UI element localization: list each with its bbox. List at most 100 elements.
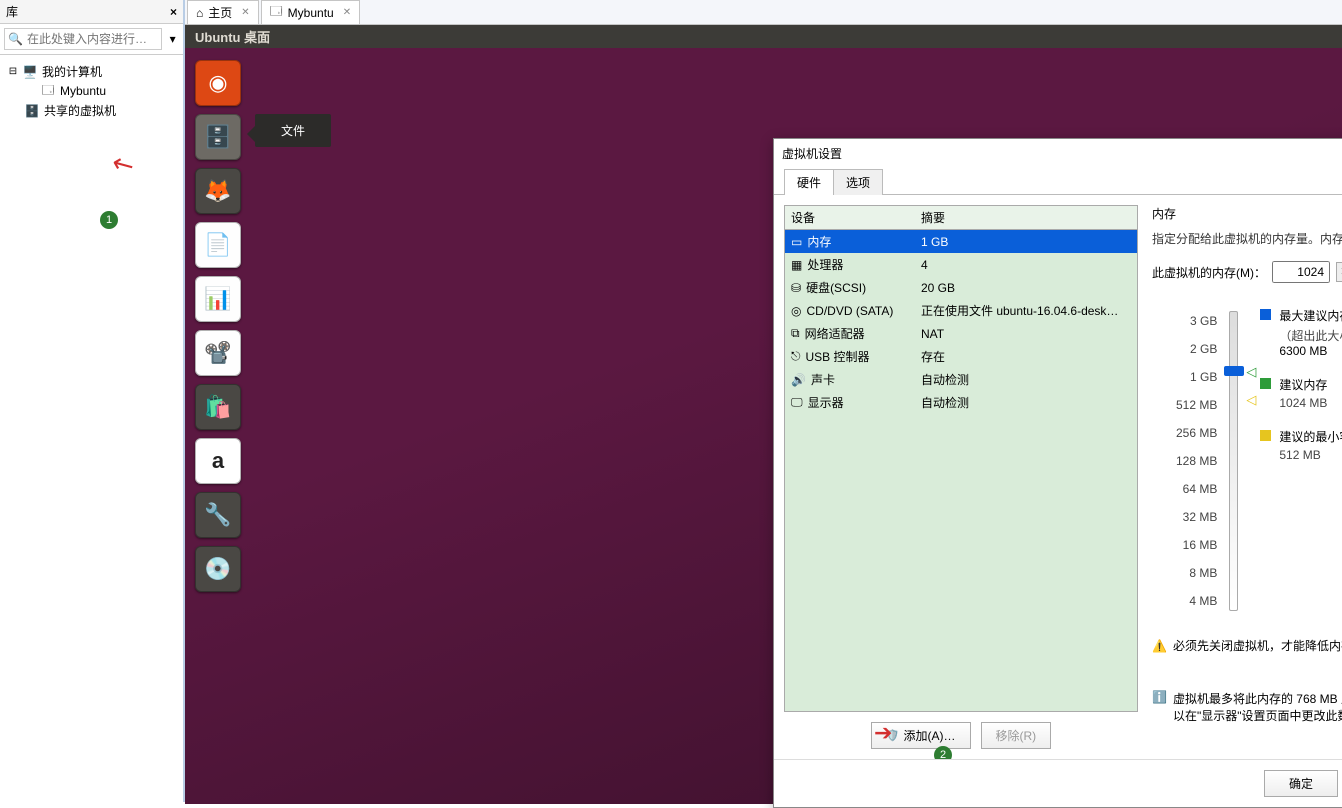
tick-label: 2 GB <box>1176 335 1217 363</box>
device-name: 网络适配器 <box>805 325 865 342</box>
memory-slider-thumb[interactable] <box>1224 366 1244 376</box>
device-summary: NAT <box>915 324 1137 344</box>
memory-panel: 内存 指定分配给此虚拟机的内存量。内存大小必须为 4 MB 的倍数。 此虚拟机的… <box>1152 205 1342 749</box>
tab-mybuntu[interactable]: 🗔 Mybuntu ✕ <box>261 0 360 24</box>
slider-mark-max <box>1246 364 1262 380</box>
ubuntu-launcher: ◉ 🗄️ 🦊 📄 📊 📽️ 🛍️ a 🔧 💿 <box>195 60 247 592</box>
device-summary: 4 <box>915 255 1137 275</box>
legend-swatch <box>1260 309 1271 320</box>
editor-tabs: ⌂ 主页 ✕ 🗔 Mybuntu ✕ <box>185 0 1342 25</box>
tab-home[interactable]: ⌂ 主页 ✕ <box>187 0 259 24</box>
hardware-row[interactable]: ◎ CD/DVD (SATA) 正在使用文件 ubuntu-16.04.6-desk… <box>785 299 1137 322</box>
tree-my-computer[interactable]: ⊟ 🖥️ 我的计算机 <box>4 61 179 82</box>
annotation-badge-1: 1 <box>100 211 118 229</box>
launcher-impress-icon[interactable]: 📽️ <box>195 330 241 376</box>
library-search-input[interactable] <box>4 28 162 50</box>
memory-warning: 必须先关闭虚拟机，才能降低内存量。 <box>1173 637 1342 654</box>
hardware-row[interactable]: ⎋USB 控制器存在 <box>785 345 1137 368</box>
device-summary: 1 GB <box>915 232 1137 252</box>
device-name: 处理器 <box>807 256 843 273</box>
device-icon: ⧉ <box>791 326 800 341</box>
hardware-row[interactable]: 🖵显示器自动检测 <box>785 391 1137 414</box>
tick-label: 64 MB <box>1176 475 1217 503</box>
hardware-row[interactable]: ⧉ 网络适配器 NAT <box>785 322 1137 345</box>
vm-titlebar: Ubuntu 桌面 <box>185 25 1342 48</box>
launcher-dvd-icon[interactable]: 💿 <box>195 546 241 592</box>
vm-icon: 🗔 <box>270 2 283 23</box>
tick-label: 128 MB <box>1176 447 1217 475</box>
device-icon: ⛁ <box>791 281 801 295</box>
remove-hardware-button: 移除(R) <box>981 722 1052 749</box>
hardware-panel: 设备 摘要 ▭内存1 GB▦处理器4⛁硬盘(SCSI)20 GB◎CD/DVD … <box>784 205 1138 749</box>
launcher-dash-icon[interactable]: ◉ <box>195 60 241 106</box>
legend-sub: （超出此大小可能发生内存交换。） <box>1279 327 1342 344</box>
ok-button[interactable]: 确定 <box>1264 770 1338 797</box>
library-panel: 库 × 🔍 ▾ ⊟ 🖥️ 我的计算机 🗔 Mybuntu 🗄️ 共享的虚拟机 ↖… <box>0 0 185 802</box>
launcher-files-icon[interactable]: 🗄️ <box>195 114 241 160</box>
launcher-settings-icon[interactable]: 🔧 <box>195 492 241 538</box>
launcher-calc-icon[interactable]: 📊 <box>195 276 241 322</box>
vm-icon: 🗔 <box>40 84 56 98</box>
launcher-firefox-icon[interactable]: 🦊 <box>195 168 241 214</box>
hardware-row[interactable]: ▦ 处理器 4 <box>785 253 1137 276</box>
info-icon: ℹ️ <box>1152 690 1167 704</box>
tab-close-icon[interactable]: ✕ <box>237 7 249 18</box>
memory-heading: 内存 <box>1152 205 1342 222</box>
tree-toggle-icon[interactable]: ⊟ <box>8 66 18 77</box>
tick-label: 16 MB <box>1176 531 1217 559</box>
tab-close-icon[interactable]: ✕ <box>339 7 351 18</box>
library-title: 库 <box>6 3 18 20</box>
tick-label: 512 MB <box>1176 391 1217 419</box>
launcher-writer-icon[interactable]: 📄 <box>195 222 241 268</box>
device-name: 显示器 <box>808 394 844 411</box>
legend-title: 建议的最小客户机操作系统内存 <box>1279 428 1342 445</box>
memory-description: 指定分配给此虚拟机的内存量。内存大小必须为 4 MB 的倍数。 <box>1152 230 1342 247</box>
search-dropdown-icon[interactable]: ▾ <box>166 32 179 46</box>
col-device: 设备 <box>785 206 915 229</box>
device-name: 声卡 <box>811 371 835 388</box>
memory-spinner[interactable]: ▲▼ <box>1336 262 1342 282</box>
device-summary: 自动检测 <box>915 391 1137 414</box>
annotation-badge-2: 2 <box>934 746 952 759</box>
tree-shared-vms[interactable]: 🗄️ 共享的虚拟机 <box>4 100 179 121</box>
launcher-tooltip: 文件 <box>255 114 331 147</box>
memory-slider[interactable] <box>1229 311 1238 611</box>
tick-label: 8 MB <box>1176 559 1217 587</box>
device-name: 硬盘(SCSI) <box>806 279 866 296</box>
dialog-title: 虚拟机设置 <box>782 145 842 162</box>
computer-icon: 🖥️ <box>22 65 38 79</box>
tree-label: Mybuntu <box>60 84 106 98</box>
legend-value: 1024 MB <box>1279 396 1327 410</box>
hardware-row[interactable]: ⛁硬盘(SCSI)20 GB <box>785 276 1137 299</box>
dialog-tab-options[interactable]: 选项 <box>833 169 883 195</box>
warning-icon: ⚠️ <box>1152 639 1167 653</box>
memory-input[interactable] <box>1272 261 1330 283</box>
tick-label: 3 GB <box>1176 307 1217 335</box>
vm-settings-dialog: 虚拟机设置 ✕ 硬件 选项 设备 摘要 ▭内存1 GB▦处理器4⛁硬盘(SCSI… <box>773 138 1342 808</box>
device-name: CD/DVD (SATA) <box>806 304 893 318</box>
button-label: 添加(A)… <box>904 727 956 744</box>
device-summary: 正在使用文件 ubuntu-16.04.6-desk… <box>915 299 1137 322</box>
launcher-amazon-icon[interactable]: a <box>195 438 241 484</box>
tree-vm-mybuntu[interactable]: 🗔 Mybuntu <box>4 82 179 100</box>
legend-title: 最大建议内存 <box>1279 307 1342 324</box>
ubuntu-desktop: ◉ 🗄️ 🦊 📄 📊 📽️ 🛍️ a 🔧 💿 文件 虚拟机设置 ✕ 硬件 选项 <box>185 48 1342 804</box>
memory-ticks: 3 GB2 GB1 GB512 MB256 MB128 MB64 MB32 MB… <box>1176 307 1217 615</box>
device-icon: ◎ <box>791 304 801 318</box>
memory-legend: 最大建议内存（超出此大小可能发生内存交换。）6300 MB建议内存1024 MB… <box>1250 307 1342 615</box>
legend-value: 6300 MB <box>1279 344 1342 358</box>
hardware-list[interactable]: 设备 摘要 ▭内存1 GB▦处理器4⛁硬盘(SCSI)20 GB◎CD/DVD … <box>784 205 1138 712</box>
device-icon: ▦ <box>791 258 802 272</box>
legend-value: 512 MB <box>1279 448 1342 462</box>
memory-input-label: 此虚拟机的内存(M)： <box>1152 264 1266 281</box>
tree-label: 共享的虚拟机 <box>44 102 116 119</box>
launcher-software-icon[interactable]: 🛍️ <box>195 384 241 430</box>
dialog-tab-hardware[interactable]: 硬件 <box>784 169 834 195</box>
tree-label: 我的计算机 <box>42 63 102 80</box>
library-close-icon[interactable]: × <box>170 5 177 19</box>
hardware-row[interactable]: 🔊声卡自动检测 <box>785 368 1137 391</box>
slider-mark-min <box>1246 392 1262 408</box>
device-name: 内存 <box>807 233 831 250</box>
hardware-row[interactable]: ▭内存1 GB <box>785 230 1137 253</box>
main-area: ⌂ 主页 ✕ 🗔 Mybuntu ✕ Ubuntu 桌面 ◉ 🗄️ 🦊 📄 📊 … <box>185 0 1342 802</box>
